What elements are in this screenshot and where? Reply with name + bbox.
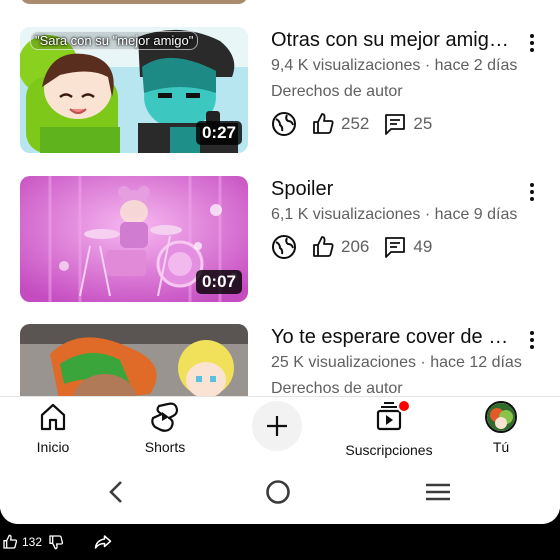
comment-count-stat[interactable]: 49 bbox=[383, 235, 432, 259]
video-meta: 25 K visualizaciones · hace 12 días bbox=[271, 350, 522, 376]
like-count: 206 bbox=[341, 237, 370, 256]
video-thumbnail[interactable]: "Sara con su "mejor amigo" 0:27 bbox=[20, 27, 248, 153]
nav-subscriptions-label: Suscripciones bbox=[345, 442, 433, 458]
video-info: Spoiler 6,1 K visualizaciones · hace 9 d… bbox=[271, 176, 521, 262]
thumbnail-art bbox=[20, 324, 248, 396]
home-circle-button[interactable] bbox=[264, 478, 292, 511]
avatar bbox=[485, 401, 517, 433]
view-count: 25 K visualizaciones bbox=[271, 354, 416, 371]
copyright-notice[interactable]: Derechos de autor bbox=[271, 79, 521, 105]
phone-screen: "Sara con su "mejor amigo" 0:27 Otras co… bbox=[0, 0, 560, 524]
thumbs-up-icon bbox=[313, 236, 334, 257]
view-count: 6,1 K visualizaciones bbox=[271, 206, 421, 223]
nav-shorts[interactable]: Shorts bbox=[110, 401, 220, 455]
comment-count: 25 bbox=[413, 114, 433, 133]
home-circle-icon bbox=[266, 480, 290, 504]
video-thumbnail[interactable]: 0:07 bbox=[20, 176, 248, 302]
video-item-3[interactable]: Yo te esperare cover de e… 25 K visualiz… bbox=[0, 324, 560, 396]
meta-separator: · bbox=[420, 354, 426, 371]
nav-you-label: Tú bbox=[492, 439, 510, 455]
subscriptions-icon-wrap bbox=[373, 399, 411, 436]
nav-subscriptions[interactable]: Suscripciones bbox=[334, 399, 444, 458]
visibility-public bbox=[271, 111, 297, 137]
back-icon bbox=[109, 481, 122, 503]
meta-separator: · bbox=[424, 57, 431, 74]
comment-count-stat[interactable]: 25 bbox=[383, 112, 432, 136]
meta-separator: · bbox=[424, 206, 431, 223]
upload-age: hace 2 días bbox=[434, 57, 518, 74]
recents-icon bbox=[426, 483, 450, 501]
nav-shorts-label: Shorts bbox=[144, 439, 186, 455]
share-icon bbox=[94, 535, 112, 549]
previous-thumbnail-peek[interactable] bbox=[20, 0, 248, 4]
comment-icon bbox=[385, 237, 406, 258]
thumbnail-caption: "Sara con su "mejor amigo" bbox=[30, 31, 199, 50]
video-feed[interactable]: "Sara con su "mejor amigo" 0:27 Otras co… bbox=[0, 0, 560, 396]
create-button[interactable] bbox=[252, 401, 302, 451]
thumbs-up-icon bbox=[3, 534, 18, 549]
video-stats: 206 49 bbox=[271, 232, 521, 262]
more-vert-icon[interactable] bbox=[522, 31, 542, 55]
outer-dislike-button[interactable] bbox=[48, 534, 64, 550]
like-count-stat[interactable]: 252 bbox=[311, 112, 369, 136]
video-title[interactable]: Otras con su mejor amig… bbox=[271, 27, 516, 53]
recents-button[interactable] bbox=[424, 478, 452, 511]
copyright-notice[interactable]: Derechos de autor bbox=[271, 376, 521, 396]
bottom-navigation: Inicio Shorts Suscripciones Tú bbox=[0, 396, 560, 463]
view-count: 9,4 K visualizaciones bbox=[271, 57, 421, 74]
comment-icon bbox=[385, 114, 406, 135]
comment-count: 49 bbox=[413, 237, 433, 256]
outer-like-button[interactable]: 132 bbox=[2, 534, 42, 550]
outer-action-bar: 132 bbox=[0, 524, 560, 560]
like-count-stat[interactable]: 206 bbox=[311, 235, 369, 259]
thumbs-up-icon bbox=[313, 113, 334, 134]
nav-you[interactable]: Tú bbox=[446, 401, 556, 455]
system-navigation-bar bbox=[0, 462, 560, 524]
video-duration: 0:27 bbox=[195, 121, 242, 145]
video-meta: 6,1 K visualizaciones · hace 9 días bbox=[271, 202, 521, 228]
more-vert-icon[interactable] bbox=[522, 328, 542, 352]
plus-icon bbox=[267, 416, 287, 436]
upload-age: hace 12 días bbox=[430, 354, 522, 371]
globe-icon bbox=[272, 235, 296, 259]
upload-age: hace 9 días bbox=[434, 206, 518, 223]
video-title[interactable]: Spoiler bbox=[271, 176, 516, 202]
more-vert-icon[interactable] bbox=[522, 180, 542, 204]
visibility-public bbox=[271, 234, 297, 260]
outer-like-count: 132 bbox=[22, 535, 43, 549]
thumbs-down-icon bbox=[49, 535, 64, 550]
video-title[interactable]: Yo te esperare cover de e… bbox=[271, 324, 516, 350]
video-stats: 252 25 bbox=[271, 109, 521, 139]
video-item-1[interactable]: "Sara con su "mejor amigo" 0:27 Otras co… bbox=[0, 27, 560, 157]
outer-share-button[interactable] bbox=[94, 534, 112, 550]
video-info: Yo te esperare cover de e… 25 K visualiz… bbox=[271, 324, 522, 396]
shorts-icon bbox=[151, 402, 179, 432]
nav-home-label: Inicio bbox=[36, 439, 70, 455]
notification-dot bbox=[397, 399, 411, 413]
home-icon bbox=[40, 403, 66, 431]
like-count: 252 bbox=[341, 114, 370, 133]
back-button[interactable] bbox=[104, 478, 128, 511]
video-info: Otras con su mejor amig… 9,4 K visualiza… bbox=[271, 27, 521, 139]
globe-icon bbox=[272, 112, 296, 136]
nav-home[interactable]: Inicio bbox=[0, 401, 108, 455]
video-item-2[interactable]: 0:07 Spoiler 6,1 K visualizaciones · hac… bbox=[0, 176, 560, 306]
video-thumbnail[interactable] bbox=[20, 324, 248, 396]
video-duration: 0:07 bbox=[195, 270, 242, 294]
video-meta: 9,4 K visualizaciones · hace 2 días bbox=[271, 53, 521, 79]
